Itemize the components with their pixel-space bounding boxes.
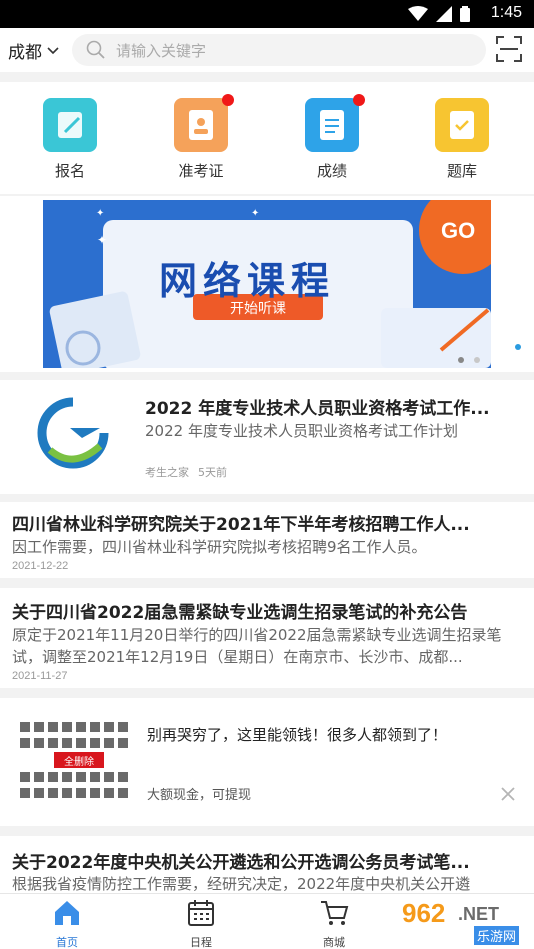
nav-label-signup: 报名 <box>54 162 85 180</box>
ad-subtitle: 大额现金，可提现 <box>147 788 252 803</box>
tab-label: 首页 <box>56 936 78 949</box>
tab-schedule[interactable]: 日程 <box>166 898 236 949</box>
close-icon[interactable] <box>500 786 516 802</box>
banner-online-course[interactable]: ✦ ✦ ✦ 网络课程 开始听课 GO <box>43 200 491 368</box>
city-label: 成都 <box>8 43 42 63</box>
status-time: 1:45 <box>490 4 522 21</box>
watermark-suffix: .NET <box>458 904 500 924</box>
ad-card[interactable]: 全删除 别再哭穷了，这里能领钱！很多人都领到了！ 大额现金，可提现 <box>0 698 534 826</box>
banner-section: ✦ ✦ ✦ 网络课程 开始听课 GO <box>0 196 534 372</box>
scan-icon[interactable] <box>496 36 522 62</box>
list-item[interactable]: 四川省林业科学研究院关于2021年下半年考核招聘工作人... 因工作需要，四川省… <box>0 502 534 578</box>
site-watermark: 962 .NET 乐游网 <box>396 896 530 946</box>
ad-overlay-label: 全删除 <box>64 757 94 768</box>
article-date: 2021-12-22 <box>12 560 69 572</box>
question-bank-icon <box>435 98 489 152</box>
svg-text:✦: ✦ <box>251 208 259 219</box>
search-input[interactable]: 请输入关键字 <box>72 34 486 66</box>
featured-title: 2022 年度专业技术人员职业资格考试工作... <box>145 399 490 419</box>
search-header: 成都 请输入关键字 <box>0 28 534 72</box>
signal-icon <box>436 6 452 22</box>
status-bar: 1:45 <box>0 0 534 28</box>
wifi-icon <box>408 6 428 21</box>
tab-home[interactable]: 首页 <box>32 898 102 949</box>
article-summary: 根据我省疫情防控工作需要，经研究决定，2022年度中央机关公开遴 <box>12 875 471 893</box>
notification-badge <box>222 94 234 106</box>
id-card-icon <box>174 94 234 152</box>
featured-summary: 2022 年度专业技术人员职业资格考试工作计划 <box>145 422 458 440</box>
notification-badge <box>353 94 365 106</box>
banner-start-button[interactable]: 开始听课 <box>193 298 323 318</box>
source-logo <box>30 390 116 476</box>
nav-item-admission-ticket[interactable]: 准考证 <box>161 94 241 181</box>
carousel-dot-active <box>515 344 521 350</box>
banner-title: 网络课程 <box>159 259 336 303</box>
featured-article[interactable]: 2022 年度专业技术人员职业资格考试工作... 2022 年度专业技术人员职业… <box>0 380 534 494</box>
list-item[interactable]: 关于四川省2022届急需紧缺专业选调生招录笔试的补充公告 原定于2021年11月… <box>0 588 534 688</box>
search-placeholder: 请输入关键字 <box>116 42 207 60</box>
score-sheet-icon <box>305 94 365 152</box>
tab-label: 商城 <box>323 936 345 949</box>
calendar-icon <box>188 900 214 926</box>
chevron-down-icon <box>47 46 59 54</box>
article-title: 关于四川省2022届急需紧缺专业选调生招录笔试的补充公告 <box>12 603 468 623</box>
carousel-dot <box>474 357 480 363</box>
article-summary: 原定于2021年11月20日举行的四川省2022届急需紧缺专业选调生招录笔试，调… <box>12 626 502 666</box>
quick-nav: 报名 准考证 成绩 题库 <box>0 82 534 194</box>
city-selector[interactable]: 成都 <box>8 38 60 63</box>
article-title: 四川省林业科学研究院关于2021年下半年考核招聘工作人... <box>12 515 470 535</box>
featured-source: 考生之家 <box>145 466 189 479</box>
watermark-main: 962 <box>402 898 446 928</box>
tab-label: 日程 <box>190 936 212 949</box>
home-icon <box>55 901 79 925</box>
article-date: 2021-11-27 <box>12 670 68 682</box>
svg-text:✦: ✦ <box>97 233 107 247</box>
featured-time: 5天前 <box>198 466 227 479</box>
app-root: 1:45 成都 请输入关键字 报名 准考证 成绩 题库 ✦ ✦ ✦ 网络课程 开… <box>0 0 534 949</box>
watermark-sub: 乐游网 <box>474 926 520 945</box>
svg-text:✦: ✦ <box>96 208 104 219</box>
banner-go-label: GO <box>441 218 476 243</box>
nav-label-question-bank: 题库 <box>446 162 477 180</box>
list-item[interactable]: 关于2022年度中央机关公开遴选和公开选调公务员考试笔... 根据我省疫情防控工… <box>0 836 534 893</box>
nav-item-signup[interactable]: 报名 <box>30 98 110 181</box>
article-summary: 因工作需要，四川省林业科学研究院拟考核招聘9名工作人员。 <box>12 538 427 556</box>
article-title: 关于2022年度中央机关公开遴选和公开选调公务员考试笔... <box>12 853 470 873</box>
nav-label-admission-ticket: 准考证 <box>178 162 224 180</box>
battery-icon <box>460 6 470 22</box>
search-icon <box>86 40 105 59</box>
tab-mall[interactable]: 商城 <box>299 898 369 949</box>
cart-icon <box>321 901 349 925</box>
nav-label-scores: 成绩 <box>316 162 347 180</box>
nav-item-scores[interactable]: 成绩 <box>292 94 372 181</box>
edit-icon <box>43 98 97 152</box>
ad-title: 别再哭穷了，这里能领钱！很多人都领到了！ <box>147 726 448 744</box>
carousel-dot <box>458 357 464 363</box>
nav-item-question-bank[interactable]: 题库 <box>422 98 502 181</box>
ad-thumbnail: 全删除 <box>18 720 136 802</box>
